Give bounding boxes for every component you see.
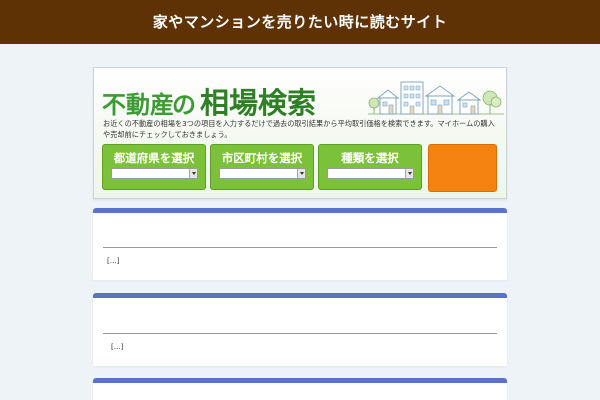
tree-left-icon [368, 97, 380, 114]
type-select[interactable] [327, 168, 414, 179]
widget-title-part1: 不動産 [102, 91, 174, 119]
house-icon-2 [424, 85, 456, 115]
site-header: 家やマンションを売りたい時に読むサイト [0, 0, 600, 44]
article-card[interactable]: […] [93, 208, 507, 280]
city-select[interactable] [219, 168, 306, 179]
houses-illustration [368, 81, 504, 115]
city-select-panel[interactable]: 市区町村を選択 [210, 144, 314, 190]
site-title[interactable]: 家やマンションを売りたい時に読むサイト [0, 0, 600, 44]
divider [103, 247, 497, 248]
widget-title-part2: の [172, 91, 196, 119]
article-card[interactable] [93, 378, 507, 400]
chevron-down-icon [189, 169, 197, 178]
widget-title: 不動産の 相場検索 [102, 80, 316, 122]
divider [103, 333, 497, 334]
prefecture-select[interactable] [111, 168, 198, 179]
article-card[interactable]: […] [93, 293, 507, 366]
article-excerpt: […] [111, 343, 124, 351]
house-icon-3 [456, 91, 482, 115]
chevron-down-icon [405, 169, 413, 178]
widget-title-part3: 相場検索 [200, 86, 317, 120]
prefecture-select-panel[interactable]: 都道府県を選択 [102, 144, 206, 190]
prefecture-select-label: 都道府県を選択 [113, 151, 195, 165]
building-icon [400, 81, 424, 115]
type-select-label: 種類を選択 [341, 151, 399, 165]
search-button[interactable] [428, 144, 497, 192]
widget-description: お近くの不動産の相場を3つの項目を入力するだけで過去の取引結果から平均取引価格を… [103, 119, 495, 139]
house-icon-1 [376, 89, 400, 115]
tree-right-icon [482, 90, 502, 114]
price-search-widget: 不動産の 相場検索 お近くの不動産の相場を3つの項目を入力するだけで過去の取引結… [93, 67, 507, 199]
city-select-label: 市区町村を選択 [221, 151, 303, 165]
article-excerpt: […] [107, 257, 120, 265]
type-select-panel[interactable]: 種類を選択 [318, 144, 422, 190]
chevron-down-icon [297, 169, 305, 178]
